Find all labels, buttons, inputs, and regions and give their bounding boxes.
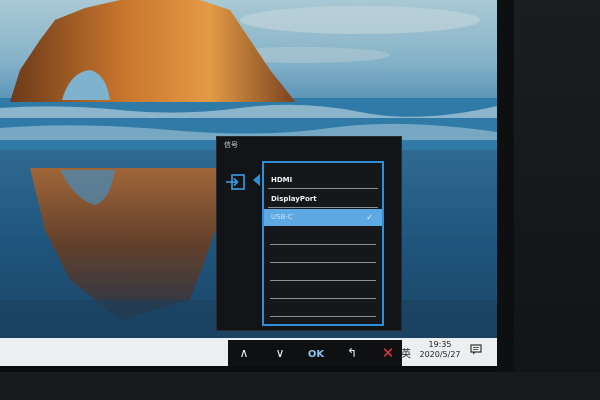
clock-date: 2020/5/27 [419,350,461,359]
input-source-icon[interactable] [225,173,247,191]
chevron-down-icon[interactable]: ∨ [266,340,294,366]
ok-button[interactable]: OK [302,340,330,366]
input-source-list: HDMI DisplayPort USB-C ✓ [262,161,384,326]
osd-key-guide: ∧ ∨ OK ↰ ✕ [228,340,402,366]
photo-scene: 英 19:35 2020/5/27 信号 HDMI DisplayPort US… [0,0,600,400]
osd-item-hdmi[interactable]: HDMI [268,172,378,189]
osd-item-displayport[interactable]: DisplayPort [268,191,378,208]
chevron-up-icon[interactable]: ∧ [230,340,258,366]
close-icon[interactable]: ✕ [374,340,402,366]
ok-label: OK [307,349,325,360]
osd-empty-row [270,280,376,281]
osd-menu: 信号 HDMI DisplayPort USB-C ✓ [216,136,402,331]
bezel-right-edge [497,0,514,372]
osd-selection-pointer [253,174,260,186]
back-icon[interactable]: ↰ [338,340,366,366]
osd-item-label: HDMI [271,176,293,184]
checkmark-icon: ✓ [366,213,373,222]
monitor-chin [0,372,600,400]
ime-indicator[interactable]: 英 [401,345,411,360]
osd-empty-row [270,262,376,263]
osd-item-label: USB-C [271,213,293,221]
osd-item-label: DisplayPort [271,195,317,203]
taskbar-clock[interactable]: 19:35 2020/5/27 [418,340,462,360]
osd-empty-row [270,316,376,317]
osd-title: 信号 [224,141,238,149]
osd-item-usb-c[interactable]: USB-C ✓ [264,209,382,226]
osd-empty-row [270,244,376,245]
background-right [514,0,600,400]
clock-time: 19:35 [428,340,452,349]
osd-empty-row [270,298,376,299]
notification-icon[interactable] [470,344,482,355]
